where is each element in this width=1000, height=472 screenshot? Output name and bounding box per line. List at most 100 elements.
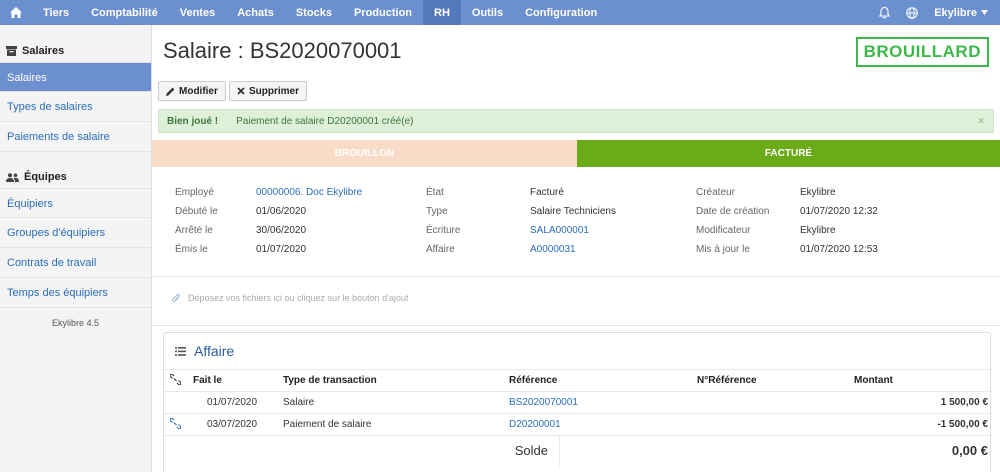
nav-outils[interactable]: Outils	[461, 0, 514, 25]
detail-value: 30/06/2020	[256, 225, 307, 236]
details-row: Employé 00000006. Doc Ekylibre État Fact…	[152, 183, 1000, 202]
navbar-right: Ekylibre	[870, 0, 1000, 25]
status-badge: BROUILLARD	[855, 37, 989, 67]
detail-label: Date de création	[696, 206, 770, 217]
cell-amount: -1 500,00 €	[937, 419, 988, 430]
unlink-icon	[169, 373, 182, 385]
success-alert: Bien joué ! Paiement de salaire D2020000…	[158, 109, 994, 133]
table-row: 03/07/2020 Paiement de salaire D20200001…	[164, 413, 992, 435]
file-dropzone[interactable]: Déposez vos fichiers ici ou cliquez sur …	[172, 293, 408, 303]
users-icon	[6, 172, 19, 182]
home-button[interactable]	[0, 0, 32, 25]
box-icon	[6, 46, 17, 56]
sidebar-item-paiements-de-salaire[interactable]: Paiements de salaire	[0, 122, 151, 152]
page-title: Salaire : BS2020070001	[163, 38, 402, 63]
sidebar-group-label: Salaires	[22, 45, 65, 57]
user-menu[interactable]: Ekylibre	[926, 7, 1000, 19]
details-row: Émis le 01/07/2020 Affaire A0000031 Mis …	[152, 240, 1000, 259]
nav-configuration[interactable]: Configuration	[514, 0, 608, 25]
detail-label: Créateur	[696, 187, 735, 198]
nav-stocks[interactable]: Stocks	[285, 0, 343, 25]
detail-value: 01/07/2020 12:53	[800, 244, 878, 255]
notifications-button[interactable]	[870, 6, 898, 19]
globe-icon	[906, 6, 918, 19]
alert-message: Paiement de salaire D20200001 créé(e)	[236, 115, 414, 127]
edit-button[interactable]: Modifier	[158, 81, 226, 101]
main-content: Salaire : BS2020070001 BROUILLARD Modifi…	[152, 25, 1000, 472]
nav-rh[interactable]: RH	[423, 0, 461, 25]
detail-label: Employé	[175, 187, 214, 198]
top-navbar: Tiers Comptabilité Ventes Achats Stocks …	[0, 0, 1000, 25]
edit-button-label: Modifier	[179, 85, 218, 97]
cell-date: 01/07/2020	[207, 397, 258, 408]
detail-label: Débuté le	[175, 206, 218, 217]
bell-icon	[878, 6, 890, 19]
cell-type: Salaire	[283, 397, 315, 408]
detail-label: Modificateur	[696, 225, 751, 236]
detail-value: Facturé	[530, 187, 564, 198]
detail-value: 01/07/2020 12:32	[800, 206, 878, 217]
sidebar-item-types-de-salaires[interactable]: Types de salaires	[0, 92, 151, 122]
step-brouillon: BROUILLON	[152, 140, 577, 167]
cell-type: Paiement de salaire	[283, 419, 372, 430]
total-value: 0,00 €	[951, 443, 988, 458]
detail-value: Ekylibre	[800, 225, 836, 236]
cell-date: 03/07/2020	[207, 419, 258, 430]
unlink-row-button[interactable]	[164, 417, 188, 432]
affair-link[interactable]: A0000031	[530, 244, 696, 255]
column-header-n-reference: N°Référence	[697, 375, 757, 386]
sidebar-item-temps-des-equipiers[interactable]: Temps des équipiers	[0, 278, 151, 308]
detail-label: Arrêté le	[175, 225, 213, 236]
nav-achats[interactable]: Achats	[226, 0, 285, 25]
affair-panel-title: Affaire	[194, 343, 235, 359]
language-button[interactable]	[898, 6, 926, 19]
alert-close-button[interactable]: ×	[978, 116, 984, 127]
affair-panel: Affaire Fait le Type de transaction Réfé…	[163, 332, 992, 472]
user-name: Ekylibre	[934, 6, 977, 19]
sidebar-item-contrats-de-travail[interactable]: Contrats de travail	[0, 248, 151, 278]
detail-label: Mis à jour le	[696, 244, 750, 255]
affair-panel-header: Affaire	[164, 333, 990, 369]
unlink-all-button[interactable]	[164, 373, 188, 388]
detail-label: Écriture	[426, 225, 461, 236]
detail-value: 01/06/2020	[256, 206, 307, 217]
dropzone-text: Déposez vos fichiers ici ou cliquez sur …	[188, 293, 409, 303]
times-icon	[237, 87, 245, 95]
cell-amount: 1 500,00 €	[940, 397, 988, 408]
sidebar-item-salaires[interactable]: Salaires	[0, 62, 151, 92]
detail-label: Affaire	[426, 244, 455, 255]
sidebar: Salaires Salaires Types de salaires Paie…	[0, 25, 152, 472]
details-row: Arrêté le 30/06/2020 Écriture SALA000001…	[152, 221, 1000, 240]
column-header-amount: Montant	[854, 375, 893, 386]
alert-strong: Bien joué !	[167, 115, 219, 127]
sidebar-item-equipiers[interactable]: Équipiers	[0, 188, 151, 218]
column-header-reference: Référence	[509, 375, 558, 386]
delete-button-label: Supprimer	[249, 85, 300, 97]
status-steps: BROUILLON FACTURÉ	[152, 140, 1000, 167]
detail-value: Ekylibre	[800, 187, 836, 198]
detail-label: Type	[426, 206, 448, 217]
divider	[152, 325, 1000, 326]
unlink-icon	[169, 417, 182, 429]
nav-tiers[interactable]: Tiers	[32, 0, 80, 25]
cell-reference-link[interactable]: BS2020070001	[509, 397, 697, 408]
table-total-row: Solde 0,00 €	[164, 435, 992, 466]
sidebar-group-salaires: Salaires	[0, 40, 151, 62]
caret-down-icon	[981, 10, 988, 15]
detail-value: Salaire Techniciens	[530, 206, 616, 217]
cell-reference-link[interactable]: D20200001	[509, 419, 697, 430]
nav-production[interactable]: Production	[343, 0, 423, 25]
details-grid: Employé 00000006. Doc Ekylibre État Fact…	[152, 183, 1000, 259]
step-facture: FACTURÉ	[577, 140, 1000, 167]
delete-button[interactable]: Supprimer	[229, 81, 308, 101]
nav-ventes[interactable]: Ventes	[169, 0, 226, 25]
sidebar-item-groupes-d-equipiers[interactable]: Groupes d'équipiers	[0, 218, 151, 248]
pencil-icon	[166, 87, 175, 96]
journal-entry-link[interactable]: SALA000001	[530, 225, 696, 236]
sidebar-group-label: Équipes	[24, 171, 67, 183]
detail-value: 01/07/2020	[256, 244, 307, 255]
nav-comptabilite[interactable]: Comptabilité	[80, 0, 169, 25]
home-icon	[10, 7, 22, 18]
employee-link[interactable]: 00000006. Doc Ekylibre	[256, 187, 426, 198]
column-header-date: Fait le	[193, 375, 222, 386]
